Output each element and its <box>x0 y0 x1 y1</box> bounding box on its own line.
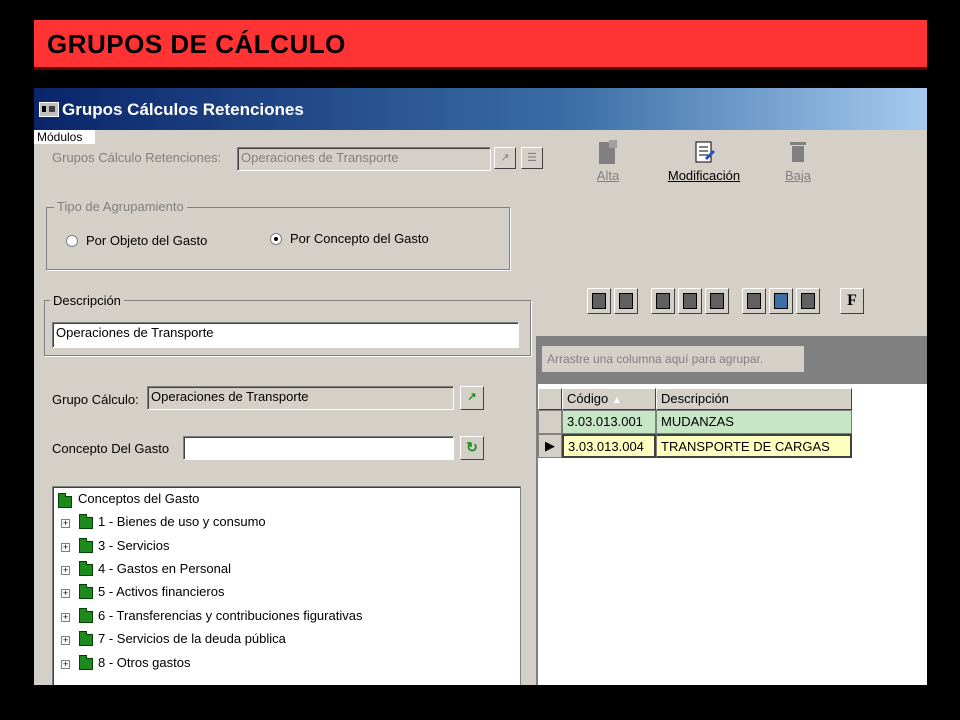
preview-icon <box>774 293 788 309</box>
current-row-icon: ▶ <box>545 438 555 453</box>
results-grid[interactable]: Arrastre una columna aquí para agrupar. … <box>536 336 927 685</box>
folder-icon <box>79 584 93 599</box>
tree-item[interactable]: 4 - Gastos en Personal <box>98 561 231 576</box>
grupo-calculo-field[interactable]: Operaciones de Transporte <box>147 386 454 410</box>
folder-icon <box>79 514 93 529</box>
column-header-descripcion[interactable]: Descripción <box>656 388 852 410</box>
expand-icon[interactable]: + <box>61 543 70 552</box>
function-label: F <box>847 292 857 309</box>
tree-item[interactable]: 6 - Transferencias y contribuciones figu… <box>98 608 362 623</box>
expand-icon[interactable]: + <box>61 519 70 528</box>
row-indicator[interactable]: ▶ <box>538 434 562 458</box>
list-icon: ☰ <box>527 152 537 164</box>
concepto-gasto-label: Concepto Del Gasto <box>52 441 170 456</box>
alta-label: Alta <box>596 168 620 183</box>
radio-objeto-gasto[interactable] <box>66 235 78 247</box>
arrow-lookup-icon: ↗ <box>500 152 510 164</box>
copy-icon <box>801 293 815 309</box>
window-title: Grupos Cálculos Retenciones <box>62 100 304 119</box>
copy-button[interactable] <box>796 288 820 314</box>
columns-icon <box>656 293 670 309</box>
grid-tool-button[interactable] <box>587 288 611 314</box>
grupos-list-button[interactable]: ☰ <box>521 147 543 169</box>
grupos-lookup-button[interactable]: ↗ <box>494 147 516 169</box>
modificacion-label: Modificación <box>667 168 741 183</box>
expand-icon[interactable]: + <box>61 613 70 622</box>
row-indicator[interactable] <box>538 410 562 434</box>
row-indicator-header <box>538 388 562 410</box>
grid-tool-button[interactable] <box>705 288 729 314</box>
grupos-label: Grupos Cálculo Retenciones: <box>52 150 222 165</box>
arrow-lookup-icon: ↗ <box>467 391 477 403</box>
concepto-gasto-field[interactable] <box>183 436 454 460</box>
concepto-gasto-refresh-button[interactable]: ↻ <box>460 436 484 460</box>
grupo-calculo-lookup-button[interactable]: ↗ <box>460 386 484 410</box>
grupo-calculo-label: Grupo Cálculo: <box>52 392 139 407</box>
folder-icon <box>79 631 93 646</box>
folder-icon <box>79 655 93 670</box>
columns-icon <box>710 293 724 309</box>
sort-asc-icon: ▲ <box>611 395 622 406</box>
slide-title: GRUPOS DE CÁLCULO <box>47 29 346 59</box>
group-by-panel[interactable]: Arrastre una columna aquí para agrupar. <box>538 336 927 384</box>
grid-tool-button[interactable] <box>614 288 638 314</box>
grid-tool-icon <box>619 293 633 309</box>
tree-item[interactable]: 8 - Otros gastos <box>98 655 190 670</box>
grid-tool-button[interactable] <box>678 288 702 314</box>
modulos-tab[interactable]: Módulos <box>34 130 95 144</box>
column-header-descripcion-label: Descripción <box>661 391 729 406</box>
tipo-agrupamiento-caption: Tipo de Agrupamiento <box>54 199 187 214</box>
conceptos-tree[interactable]: Conceptos del Gasto + 1 - Bienes de uso … <box>52 486 521 685</box>
slide-banner: GRUPOS DE CÁLCULO <box>34 20 927 70</box>
table-cell-codigo[interactable]: 3.03.013.001 <box>562 410 656 434</box>
table-cell-codigo[interactable]: 3.03.013.004 <box>562 434 656 458</box>
folder-icon <box>79 608 93 623</box>
tree-root[interactable]: Conceptos del Gasto <box>78 491 199 506</box>
alta-button[interactable]: Alta <box>590 138 626 183</box>
tree-item[interactable]: 5 - Activos financieros <box>98 584 224 599</box>
print-button[interactable] <box>742 288 766 314</box>
radio-concepto-label: Por Concepto del Gasto <box>290 231 429 246</box>
tree-item[interactable]: 3 - Servicios <box>98 538 170 553</box>
tree-item[interactable]: 7 - Servicios de la deuda pública <box>98 631 286 646</box>
descripcion-field[interactable]: Operaciones de Transporte <box>52 322 519 348</box>
folder-icon <box>79 561 93 576</box>
grid-tool-icon <box>592 293 606 309</box>
expand-icon[interactable]: + <box>61 636 70 645</box>
group-by-hint: Arrastre una columna aquí para agrupar. <box>542 346 804 372</box>
descripcion-caption: Descripción <box>50 293 124 308</box>
expand-icon[interactable]: + <box>61 566 70 575</box>
baja-label: Baja <box>784 168 812 183</box>
table-cell-descripcion[interactable]: MUDANZAS <box>656 410 852 434</box>
tree-item[interactable]: 1 - Bienes de uso y consumo <box>98 514 266 529</box>
folder-icon <box>79 538 93 553</box>
app-window: Grupos Cálculos Retenciones Módulos Grup… <box>34 88 927 685</box>
printer-icon <box>747 293 761 309</box>
folder-open-icon <box>58 493 72 508</box>
expand-icon[interactable]: + <box>61 660 70 669</box>
expand-icon[interactable]: + <box>61 589 70 598</box>
radio-objeto-label: Por Objeto del Gasto <box>86 233 208 248</box>
column-header-codigo[interactable]: Código ▲ <box>562 388 656 410</box>
trash-icon <box>790 142 806 162</box>
document-edit-icon <box>695 141 715 163</box>
baja-button[interactable]: Baja <box>780 138 816 183</box>
title-bar[interactable]: Grupos Cálculos Retenciones <box>34 88 927 130</box>
refresh-icon: ↻ <box>466 439 478 455</box>
app-icon <box>39 102 59 117</box>
grupos-field[interactable]: Operaciones de Transporte <box>237 147 491 171</box>
document-add-icon <box>599 140 617 164</box>
columns-icon <box>683 293 697 309</box>
column-header-codigo-label: Código <box>567 391 609 406</box>
function-button[interactable]: F <box>840 288 864 314</box>
grid-tool-button[interactable] <box>651 288 675 314</box>
radio-concepto-gasto[interactable] <box>270 233 282 245</box>
preview-button[interactable] <box>769 288 793 314</box>
table-cell-descripcion[interactable]: TRANSPORTE DE CARGAS <box>656 434 852 458</box>
modificacion-button[interactable]: Modificación <box>662 138 746 183</box>
